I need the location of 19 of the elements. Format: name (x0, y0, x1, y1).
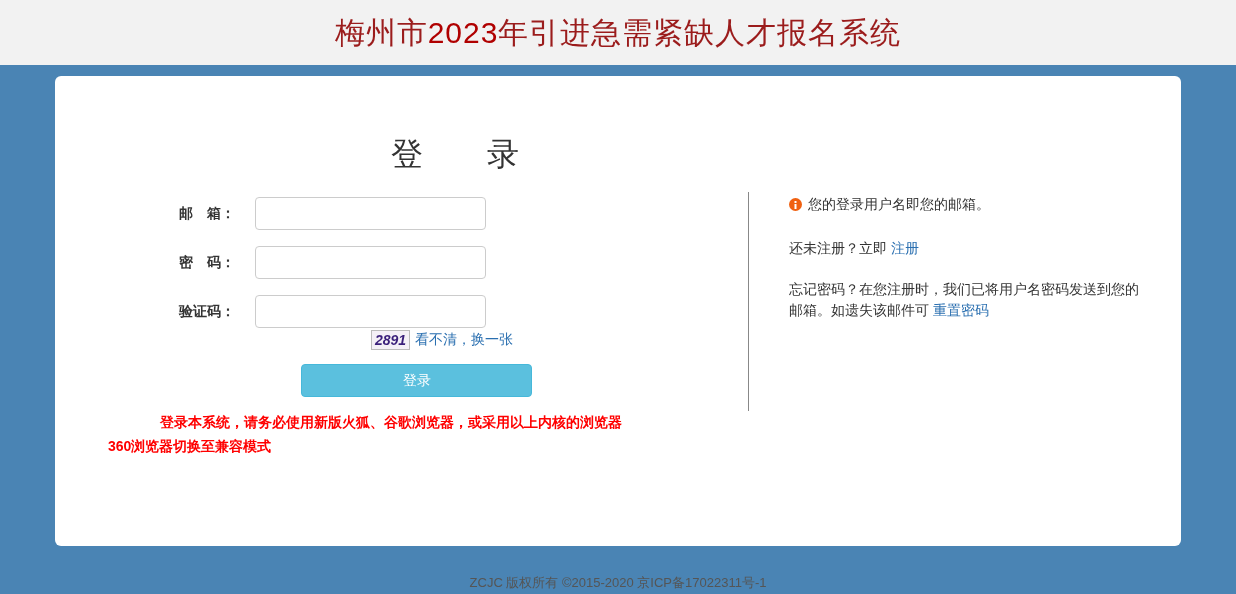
field-label: 验证码： (178, 302, 236, 321)
field-label: 邮 箱： (178, 204, 236, 223)
info-icon (789, 198, 802, 211)
browser-notice: 360浏览器切换至兼容模式 (108, 437, 273, 455)
register-text: 还未注册？立即 注册 (789, 239, 920, 258)
page-title: 梅州市2023年引进急需紧缺人才报名系统 (334, 14, 902, 52)
register-link[interactable]: 注册 (890, 240, 919, 256)
input-field[interactable] (255, 295, 486, 328)
refresh-captcha-link[interactable]: 看不清，换一张 (415, 329, 514, 350)
login-hint: 您的登录用户名即您的邮箱。 (808, 195, 990, 214)
field-label: 密 码： (178, 253, 236, 272)
input-field[interactable] (255, 197, 486, 230)
footer-copyright: ZCJC 版权所有 ©2015-2020 京ICP备17022311号-1 (469, 574, 767, 592)
input-field[interactable] (255, 246, 486, 279)
browser-notice: 登录本系统，请务必使用新版火狐、谷歌浏览器，或采用以上内核的浏览器 (160, 413, 623, 431)
reset-password-link[interactable]: 重置密码 (932, 302, 989, 318)
login-heading: 登 录 (391, 135, 519, 174)
forgot-password-text: 忘记密码？在您注册时，我们已将用户名密码发送到您的邮箱。如遗失该邮件可 重置密码 (789, 280, 1140, 320)
captcha-image[interactable]: 2891 (371, 329, 411, 350)
